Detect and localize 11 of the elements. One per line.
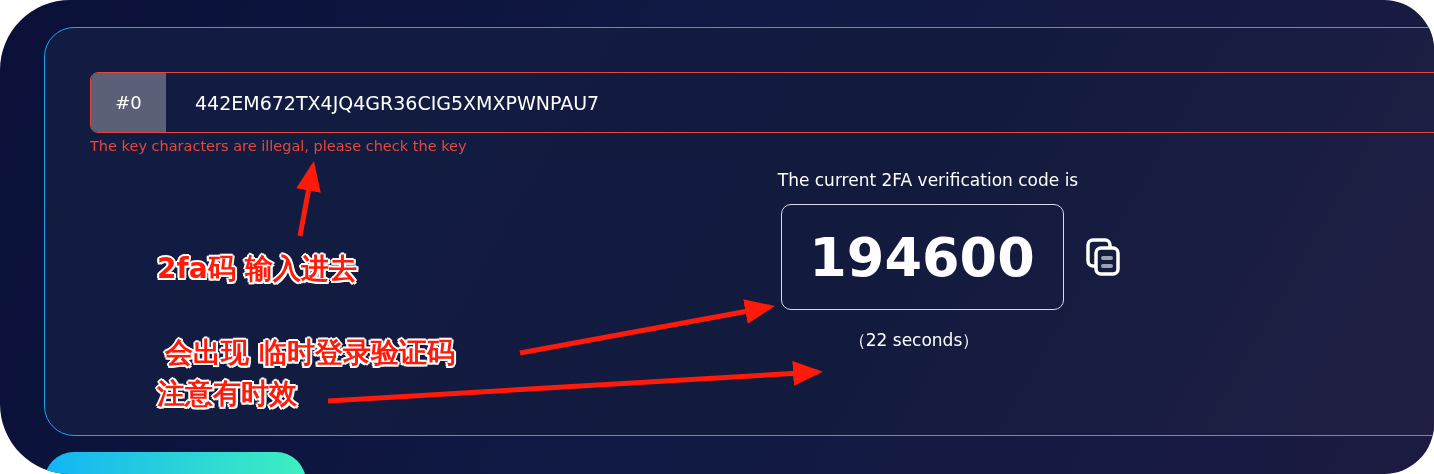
key-field[interactable]: #0 442EM672TX4JQ4GR36CIG5XMXPWNPAU7 bbox=[90, 72, 1434, 133]
annotation-text: 会出现 临时登录验证码 bbox=[165, 335, 455, 371]
annotation-text: 注意有时效 bbox=[157, 376, 297, 412]
countdown-text: （22 seconds） bbox=[848, 329, 980, 352]
copy-icon[interactable] bbox=[1084, 237, 1121, 277]
key-text: 442EM672TX4JQ4GR36CIG5XMXPWNPAU7 bbox=[194, 90, 601, 116]
verification-code: 194600 bbox=[780, 204, 1064, 310]
code-caption: The current 2FA verification code is bbox=[777, 170, 1079, 190]
error-message: The key characters are illegal, please check the key bbox=[90, 138, 468, 154]
annotation-text: 2fa码 输入进去 bbox=[157, 251, 358, 287]
index-label: #0 bbox=[91, 73, 166, 132]
